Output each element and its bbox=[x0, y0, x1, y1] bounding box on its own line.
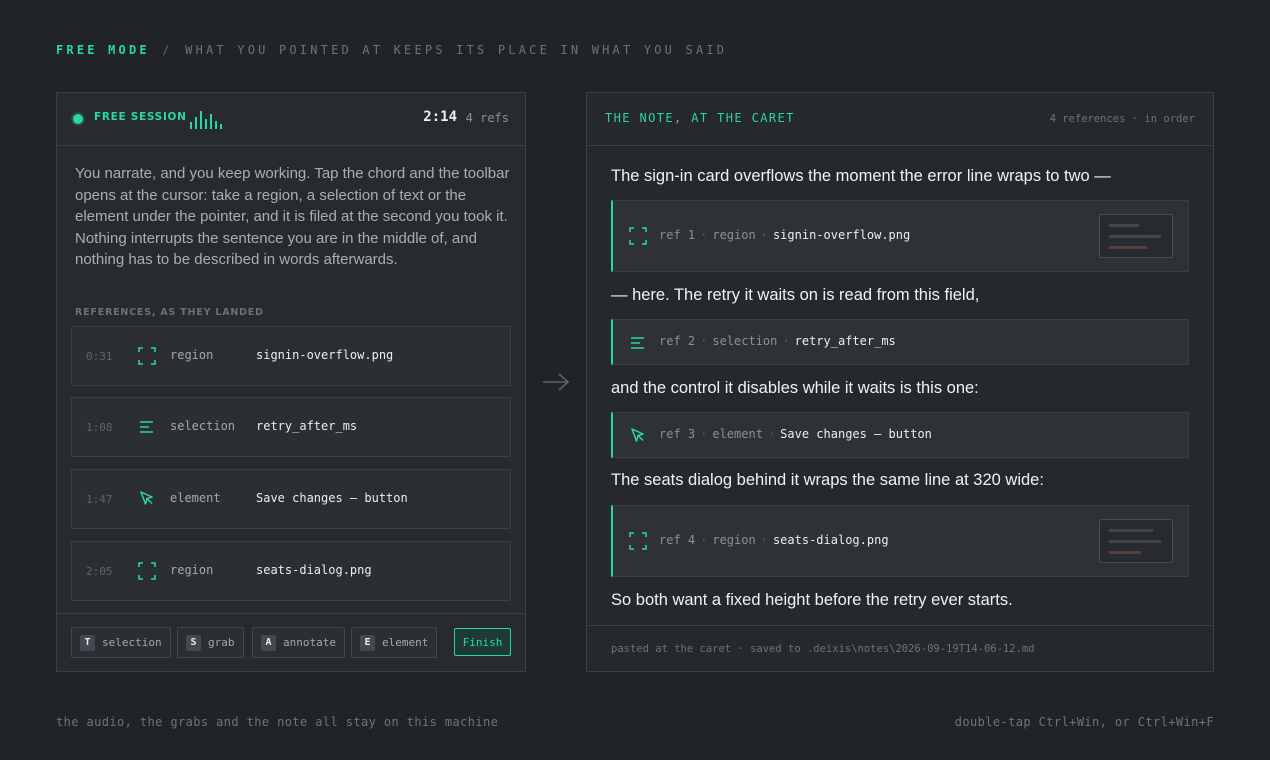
selection-icon bbox=[631, 337, 644, 349]
note-title: THE NOTE, AT THE CARET bbox=[605, 111, 795, 125]
reference-kind: region bbox=[170, 563, 214, 577]
privacy-note: the audio, the grabs and the note all st… bbox=[56, 715, 499, 729]
reference-time: 1:47 bbox=[86, 493, 113, 506]
note-header: THE NOTE, AT THE CARET 4 references · in… bbox=[587, 93, 1213, 146]
reference-kind: region bbox=[170, 348, 214, 362]
separator: · bbox=[767, 427, 776, 441]
separator: · bbox=[700, 427, 708, 441]
reference-name: seats-dialog.png bbox=[772, 533, 889, 547]
separator: · bbox=[700, 533, 708, 547]
mode-label: FREE MODE bbox=[56, 43, 150, 57]
note-panel: THE NOTE, AT THE CARET 4 references · in… bbox=[586, 92, 1214, 672]
session-timer: 2:14 bbox=[423, 109, 457, 125]
annotate-button[interactable]: A annotate bbox=[252, 627, 345, 658]
capture-toolbar: T selection S grab A annotate E element … bbox=[57, 613, 525, 671]
reference-kind: selection bbox=[170, 419, 236, 433]
reference-line: ref 2 · selection · retry_after_ms bbox=[659, 334, 896, 348]
note-footer: pasted at the caret · saved to .deixis\n… bbox=[587, 625, 1213, 671]
separator: · bbox=[782, 334, 790, 348]
shortcut-key: S bbox=[186, 634, 201, 651]
save-path: pasted at the caret · saved to .deixis\n… bbox=[611, 643, 1035, 655]
reference-kind: region bbox=[712, 533, 756, 547]
screenshot-thumbnail[interactable] bbox=[1099, 519, 1173, 563]
shortcut-hint: double-tap Ctrl+Win, or Ctrl+Win+F bbox=[954, 715, 1214, 729]
region-icon bbox=[629, 227, 647, 245]
note-paragraph: — here. The retry it waits on is read fr… bbox=[611, 286, 980, 304]
region-icon bbox=[629, 532, 647, 550]
separator: · bbox=[700, 334, 708, 348]
reference-name: retry_after_ms bbox=[794, 334, 896, 348]
reference-time: 2:05 bbox=[86, 565, 113, 578]
reference-row[interactable]: 0:31 region signin-overflow.png bbox=[71, 326, 511, 386]
button-label: element bbox=[382, 636, 429, 649]
reference-name: signin-overflow.png bbox=[256, 348, 394, 362]
reference-line: ref 4 · region · seats-dialog.png bbox=[659, 533, 889, 547]
element-button[interactable]: E element bbox=[351, 627, 438, 658]
finish-button[interactable]: Finish bbox=[454, 628, 511, 656]
button-label: selection bbox=[102, 636, 162, 649]
reference-row[interactable]: 1:47 element Save changes — button bbox=[71, 469, 511, 529]
note-reference[interactable]: ref 2 · selection · retry_after_ms bbox=[611, 319, 1189, 365]
region-icon bbox=[138, 347, 156, 365]
note-paragraph: The seats dialog behind it wraps the sam… bbox=[611, 471, 1044, 489]
refs-count: 4 refs bbox=[465, 111, 509, 125]
audio-waveform-icon bbox=[190, 109, 226, 129]
reference-name: Save changes — button bbox=[256, 491, 408, 505]
reference-kind: element bbox=[712, 427, 763, 441]
note-meta: 4 references · in order bbox=[1049, 113, 1195, 125]
region-icon bbox=[138, 562, 156, 580]
separator: · bbox=[700, 228, 708, 242]
session-description: You narrate, and you keep working. Tap t… bbox=[75, 165, 510, 269]
reference-name: seats-dialog.png bbox=[256, 563, 372, 577]
heading-separator: / bbox=[162, 43, 173, 57]
separator: · bbox=[760, 533, 768, 547]
session-header: FREE SESSION 2:14 4 refs bbox=[57, 93, 525, 146]
pointer-icon bbox=[631, 428, 644, 442]
reference-label: ref 2 bbox=[659, 334, 696, 348]
reference-name: retry_after_ms bbox=[256, 419, 358, 433]
reference-line: ref 1 · region · signin-overflow.png bbox=[659, 228, 910, 242]
reference-name: signin-overflow.png bbox=[772, 228, 911, 242]
reference-row[interactable]: 2:05 region seats-dialog.png bbox=[71, 541, 511, 601]
reference-time: 1:08 bbox=[86, 421, 113, 434]
note-reference[interactable]: ref 4 · region · seats-dialog.png bbox=[611, 505, 1189, 577]
shortcut-key: T bbox=[80, 634, 95, 651]
button-label: grab bbox=[208, 636, 235, 649]
recording-indicator-icon bbox=[73, 114, 83, 124]
reference-time: 0:31 bbox=[86, 350, 113, 363]
references-heading: REFERENCES, AS THEY LANDED bbox=[75, 307, 264, 318]
shortcut-key: E bbox=[360, 634, 375, 651]
selection-button[interactable]: T selection bbox=[71, 627, 171, 658]
reference-label: ref 4 bbox=[659, 533, 696, 547]
heading-tagline: WHAT YOU POINTED AT KEEPS ITS PLACE IN W… bbox=[185, 43, 728, 57]
reference-line: ref 3 · element · Save changes — button bbox=[659, 427, 932, 441]
note-reference[interactable]: ref 1 · region · signin-overflow.png bbox=[611, 200, 1189, 272]
separator: · bbox=[760, 228, 768, 242]
grab-button[interactable]: S grab bbox=[177, 627, 244, 658]
reference-kind: region bbox=[712, 228, 756, 242]
shortcut-key: A bbox=[261, 634, 276, 651]
page-heading: FREE MODE / WHAT YOU POINTED AT KEEPS IT… bbox=[56, 43, 727, 57]
session-panel: FREE SESSION 2:14 4 refs You narrate, an… bbox=[56, 92, 526, 672]
note-paragraph: and the control it disables while it wai… bbox=[611, 379, 979, 397]
pointer-icon bbox=[140, 491, 153, 505]
reference-kind: selection bbox=[712, 334, 778, 348]
note-paragraph: The sign-in card overflows the moment th… bbox=[611, 167, 1111, 185]
button-label: annotate bbox=[283, 636, 336, 649]
reference-kind: element bbox=[170, 491, 221, 505]
note-reference[interactable]: ref 3 · element · Save changes — button bbox=[611, 412, 1189, 458]
reference-name: Save changes — button bbox=[780, 427, 932, 441]
session-label: FREE SESSION bbox=[94, 111, 187, 123]
arrow-right-icon bbox=[543, 373, 570, 391]
selection-icon bbox=[140, 421, 153, 433]
reference-label: ref 3 bbox=[659, 427, 696, 441]
reference-label: ref 1 bbox=[659, 228, 696, 242]
reference-row[interactable]: 1:08 selection retry_after_ms bbox=[71, 397, 511, 457]
screenshot-thumbnail[interactable] bbox=[1099, 214, 1173, 258]
note-paragraph: So both want a fixed height before the r… bbox=[611, 591, 1013, 609]
